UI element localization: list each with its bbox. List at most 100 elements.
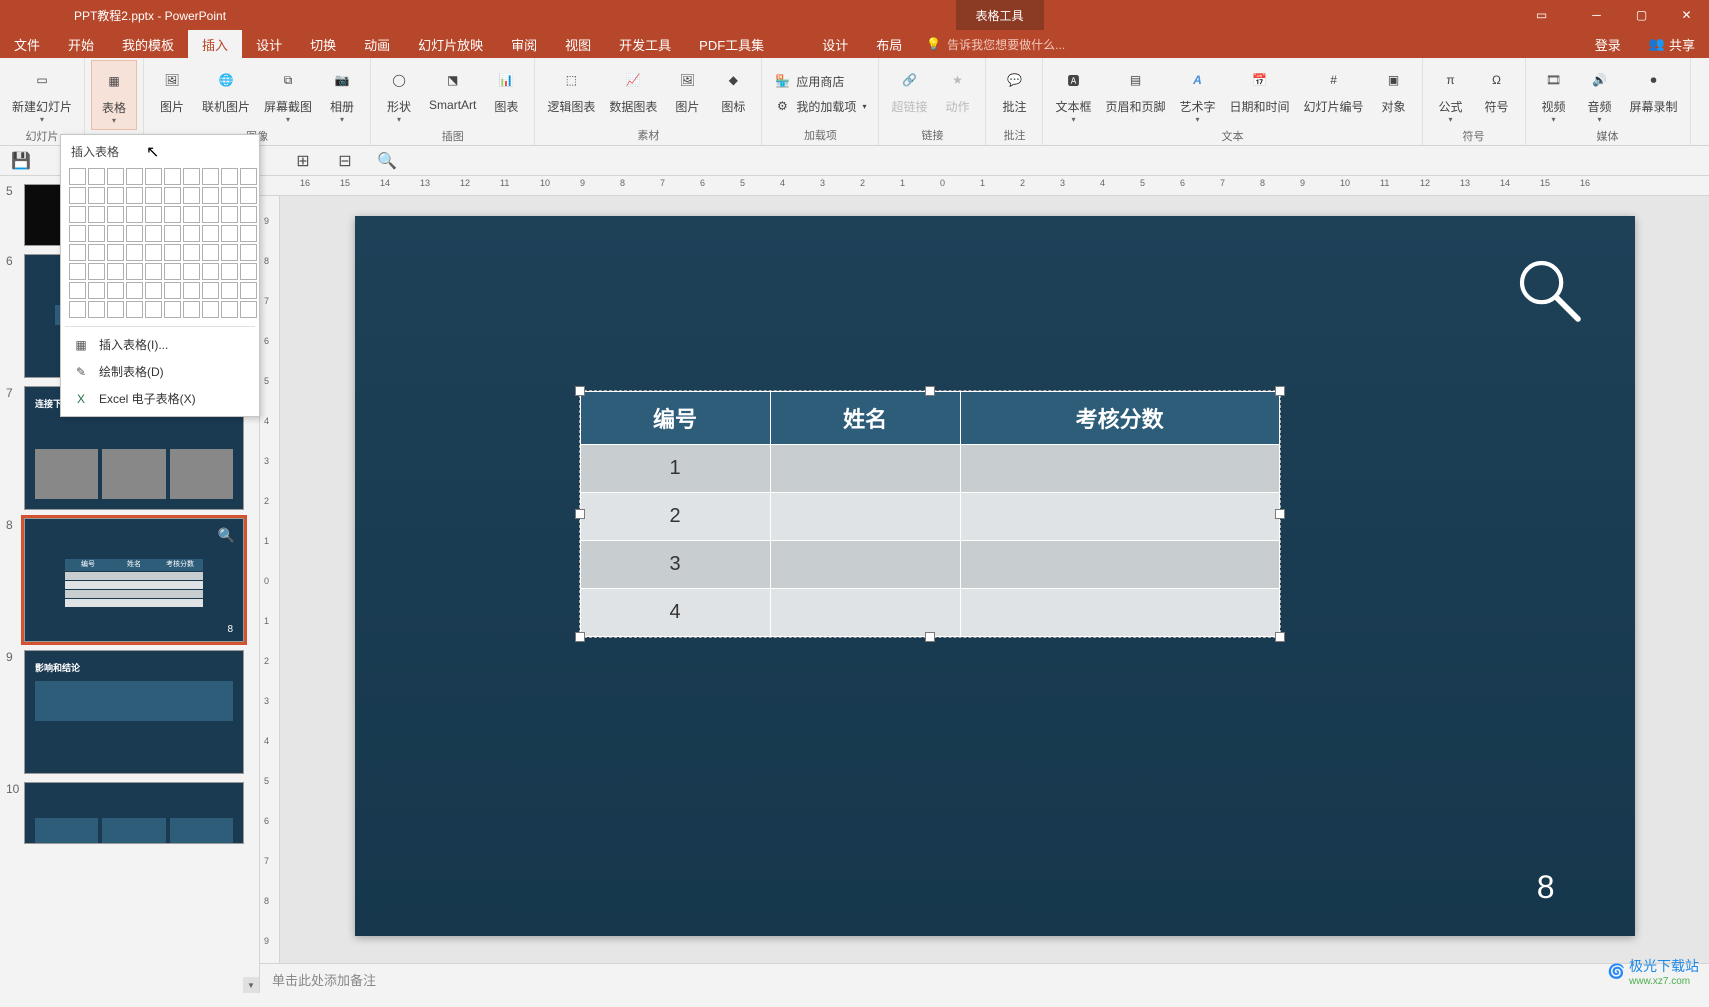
table-grid-cell[interactable] — [145, 206, 162, 223]
table-grid-cell[interactable] — [145, 263, 162, 280]
table-grid-cell[interactable] — [240, 225, 257, 242]
tab-view[interactable]: 视图 — [551, 30, 605, 58]
table-grid-cell[interactable] — [183, 187, 200, 204]
table-grid-cell[interactable] — [69, 263, 86, 280]
header-footer-button[interactable]: ▤ 页眉和页脚 — [1099, 60, 1171, 119]
screenshot-button[interactable]: ⧉ 屏幕截图 ▾ — [258, 60, 318, 128]
table-grid-cell[interactable] — [183, 168, 200, 185]
notes-pane[interactable]: 单击此处添加备注 — [260, 963, 1709, 993]
table-grid-cell[interactable] — [145, 282, 162, 299]
resize-handle-tl[interactable] — [575, 386, 585, 396]
table-grid-cell[interactable] — [107, 187, 124, 204]
table-cell[interactable] — [960, 493, 1279, 541]
table-header-cell[interactable]: 姓名 — [770, 392, 960, 445]
tab-my-template[interactable]: 我的模板 — [108, 30, 188, 58]
table-cell[interactable] — [770, 493, 960, 541]
table-grid-cell[interactable] — [240, 168, 257, 185]
save-button[interactable]: 💾 — [10, 150, 32, 172]
tab-transitions[interactable]: 切换 — [296, 30, 350, 58]
table-cell[interactable]: 1 — [580, 445, 770, 493]
data-chart-button[interactable]: 📈 数据图表 — [603, 60, 663, 119]
table-grid-cell[interactable] — [202, 168, 219, 185]
tab-table-layout[interactable]: 布局 — [862, 30, 916, 58]
slide-number-button[interactable]: # 幻灯片编号 — [1298, 60, 1370, 119]
table-grid-cell[interactable] — [221, 263, 238, 280]
horizontal-ruler[interactable]: 1615141312111098765432101234567891011121… — [260, 176, 1709, 196]
tab-insert[interactable]: 插入 — [188, 30, 242, 58]
table-grid-cell[interactable] — [240, 187, 257, 204]
table-grid-cell[interactable] — [107, 282, 124, 299]
maximize-button[interactable]: ▢ — [1619, 0, 1664, 30]
table-grid-cell[interactable] — [126, 244, 143, 261]
tell-me-search[interactable]: 💡 告诉我您想要做什么... — [916, 30, 1075, 58]
table-cell[interactable] — [770, 589, 960, 637]
table-cell[interactable]: 3 — [580, 541, 770, 589]
picture-button[interactable]: 🖼 图片 — [150, 60, 194, 119]
date-time-button[interactable]: 📅 日期和时间 — [1224, 60, 1296, 119]
table-grid-cell[interactable] — [126, 206, 143, 223]
hyperlink-button[interactable]: 🔗 超链接 — [885, 60, 933, 119]
thumbnail-scroll-down[interactable]: ▼ — [243, 977, 259, 993]
table-button[interactable]: ▦ 表格 ▾ — [91, 60, 137, 130]
table-grid-cell[interactable] — [107, 301, 124, 318]
logic-chart-button[interactable]: ⬚ 逻辑图表 — [541, 60, 601, 119]
table-grid-cell[interactable] — [126, 225, 143, 242]
tab-table-design[interactable]: 设计 — [808, 30, 862, 58]
resize-handle-bl[interactable] — [575, 632, 585, 642]
online-picture-button[interactable]: 🌐 联机图片 — [196, 60, 256, 119]
table-grid-cell[interactable] — [183, 225, 200, 242]
table-grid-cell[interactable] — [88, 282, 105, 299]
table-grid-cell[interactable] — [202, 282, 219, 299]
minimize-button[interactable]: ─ — [1574, 0, 1619, 30]
slide-canvas[interactable]: 编号 姓名 考核分数 1 2 3 4 8 — [355, 216, 1635, 936]
table-header-cell[interactable]: 考核分数 — [960, 392, 1279, 445]
table-cell[interactable] — [960, 589, 1279, 637]
resize-handle-ml[interactable] — [575, 509, 585, 519]
tab-slideshow[interactable]: 幻灯片放映 — [404, 30, 497, 58]
equation-button[interactable]: π 公式 ▾ — [1429, 60, 1473, 128]
table-grid-cell[interactable] — [240, 263, 257, 280]
tab-developer[interactable]: 开发工具 — [605, 30, 685, 58]
video-button[interactable]: 🎞 视频 ▾ — [1532, 60, 1576, 128]
photo-album-button[interactable]: 📷 相册 ▾ — [320, 60, 364, 128]
thumbnail-slide-8[interactable]: 8 🔍 编号姓名考核分数 8 — [24, 518, 251, 642]
table-grid-cell[interactable] — [221, 168, 238, 185]
table-grid-cell[interactable] — [221, 282, 238, 299]
table-grid-cell[interactable] — [69, 244, 86, 261]
table-grid-cell[interactable] — [126, 168, 143, 185]
tab-animations[interactable]: 动画 — [350, 30, 404, 58]
tab-file[interactable]: 文件 — [0, 30, 54, 58]
my-addins-button[interactable]: ⚙ 我的加载项 ▾ — [768, 96, 872, 117]
table-grid-cell[interactable] — [126, 263, 143, 280]
table-grid-cell[interactable] — [202, 263, 219, 280]
table-grid-cell[interactable] — [145, 187, 162, 204]
table-grid-cell[interactable] — [183, 263, 200, 280]
table-grid-cell[interactable] — [183, 244, 200, 261]
table-grid-cell[interactable] — [221, 244, 238, 261]
table-grid-cell[interactable] — [88, 187, 105, 204]
table-grid-cell[interactable] — [69, 225, 86, 242]
table-grid-cell[interactable] — [88, 225, 105, 242]
resize-handle-tm[interactable] — [925, 386, 935, 396]
table-grid-cell[interactable] — [88, 168, 105, 185]
table-grid-cell[interactable] — [69, 282, 86, 299]
table-grid-cell[interactable] — [126, 301, 143, 318]
table-grid-cell[interactable] — [164, 301, 181, 318]
table-grid-cell[interactable] — [126, 282, 143, 299]
table-cell[interactable]: 4 — [580, 589, 770, 637]
app-store-button[interactable]: 🏪 应用商店 — [768, 71, 850, 92]
table-grid-cell[interactable] — [145, 168, 162, 185]
thumbnail-slide-9[interactable]: 9 影响和结论 — [24, 650, 251, 774]
table-grid-cell[interactable] — [88, 244, 105, 261]
share-button[interactable]: 👥 共享 — [1635, 30, 1709, 58]
table-grid-cell[interactable] — [240, 206, 257, 223]
chart-button[interactable]: 📊 图表 — [484, 60, 528, 119]
excel-spreadsheet-menu-item[interactable]: X Excel 电子表格(X) — [65, 385, 255, 412]
table-grid-cell[interactable] — [88, 263, 105, 280]
table-grid-cell[interactable] — [107, 263, 124, 280]
table-grid-cell[interactable] — [69, 168, 86, 185]
audio-button[interactable]: 🔊 音频 ▾ — [1578, 60, 1622, 128]
table-grid-cell[interactable] — [164, 263, 181, 280]
tab-pdf-tools[interactable]: PDF工具集 — [685, 30, 778, 58]
table-cell[interactable] — [960, 541, 1279, 589]
